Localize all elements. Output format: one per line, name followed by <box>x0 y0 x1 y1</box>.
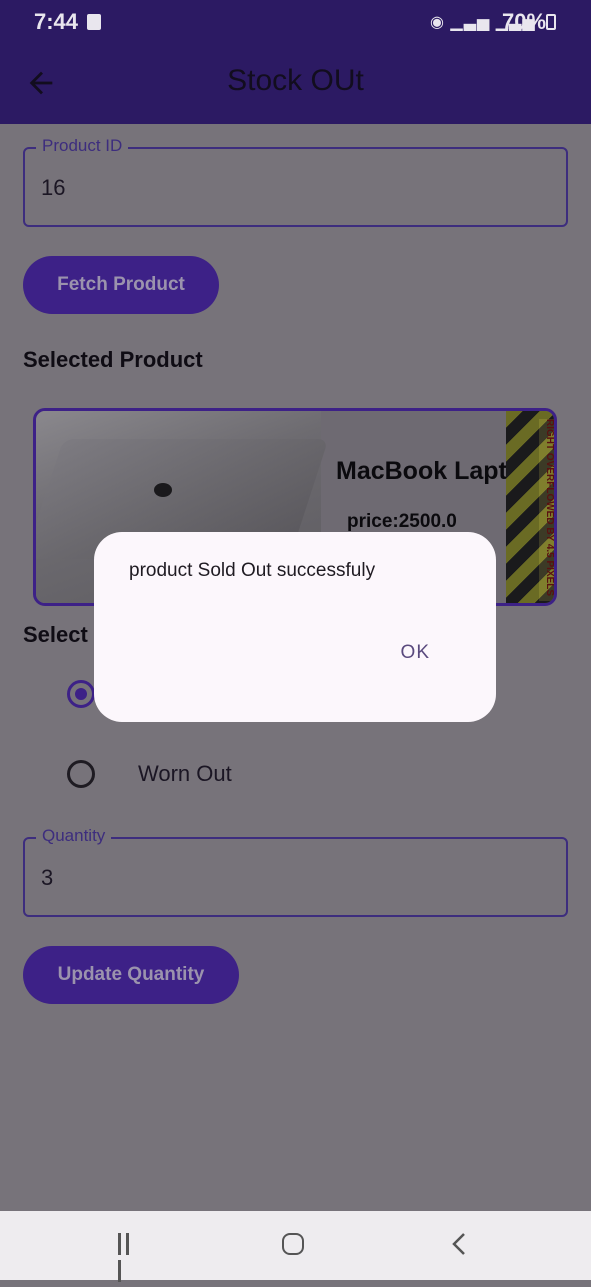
product-price: price:2500.0 <box>347 511 457 532</box>
battery-percentage: 70% <box>502 9 547 34</box>
product-id-label: Product ID <box>36 136 129 156</box>
page-title: Stock OUt <box>227 64 364 97</box>
home-icon[interactable] <box>282 1233 304 1255</box>
success-dialog: product Sold Out successfuly OK <box>94 532 496 722</box>
radio-label-worn-out: Worn Out <box>138 761 232 786</box>
status-bar: 7:44 ◉ ▁▃▅ ▁▃▅ 70% <box>0 0 591 44</box>
product-id-field[interactable]: Product ID 16 <box>23 136 568 227</box>
radio-option-worn-out[interactable] <box>67 760 95 788</box>
quantity-value: 3 <box>41 865 54 890</box>
fetch-product-button[interactable]: Fetch Product <box>23 256 219 314</box>
battery-icon <box>546 14 556 30</box>
reason-heading: Select <box>23 622 88 647</box>
app-bar: Stock OUt <box>0 44 591 124</box>
dialog-ok-button[interactable]: OK <box>401 642 430 664</box>
system-nav-bar <box>0 1211 591 1282</box>
radio-option-1[interactable] <box>67 680 95 708</box>
overflow-warning-text: RIGHT OVERFLOWED BY 4.5 PIXELS <box>539 419 554 601</box>
status-time: 7:44 <box>34 9 79 34</box>
quantity-label: Quantity <box>36 826 112 846</box>
update-quantity-button[interactable]: Update Quantity <box>23 946 239 1004</box>
sim-card-icon <box>87 14 101 30</box>
selected-product-heading: Selected Product <box>23 347 203 372</box>
product-id-value: 16 <box>41 175 66 200</box>
recent-apps-icon[interactable] <box>118 1233 140 1282</box>
nav-back-icon[interactable] <box>448 1231 472 1257</box>
dialog-message: product Sold Out successfuly <box>129 560 376 581</box>
quantity-field[interactable]: Quantity 3 <box>23 826 568 917</box>
apple-logo-icon <box>154 483 172 497</box>
